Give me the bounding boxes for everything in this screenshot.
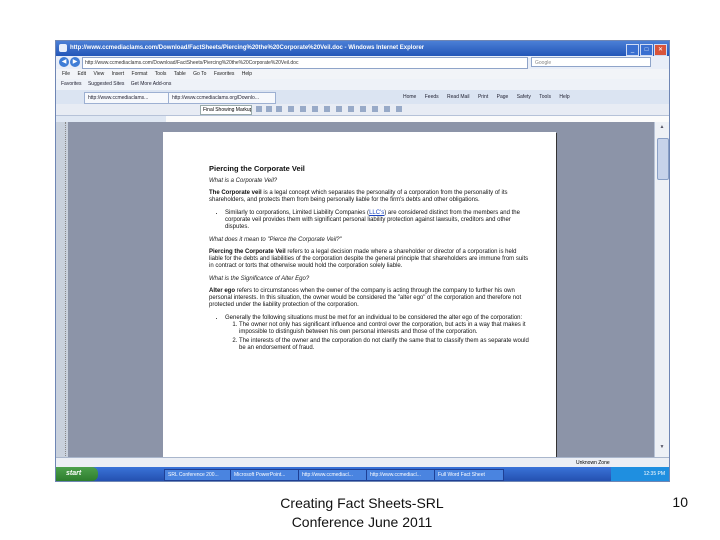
browser-tab-active[interactable]: http://www.ccmediaclams.org/Downlo...: [168, 92, 276, 104]
doc-paragraph: Piercing the Corporate Veil refers to a …: [209, 249, 529, 270]
toolbar-icon[interactable]: [300, 106, 306, 112]
doc-bullets: Generally the following situations must …: [209, 315, 529, 352]
doc-title: Piercing the Corporate Veil: [209, 164, 305, 173]
taskbar-item[interactable]: http://www.ccmediacl...: [298, 469, 368, 481]
scroll-thumb[interactable]: [657, 138, 669, 180]
doc-question: What is a Corporate Veil?: [209, 178, 278, 184]
menu-goto[interactable]: Go To: [193, 71, 206, 77]
toolbar-icon[interactable]: [384, 106, 390, 112]
document-page: Piercing the Corporate Veil What is a Co…: [163, 132, 556, 466]
menu-format[interactable]: Format: [132, 71, 148, 77]
window-title: http://www.ccmediaclams.com/Download/Fac…: [70, 45, 425, 51]
doc-bullet: Similarly to corporations, Limited Liabi…: [225, 210, 529, 231]
word-toolbar: Final Showing Markup: [56, 104, 669, 116]
toolbar-icon[interactable]: [348, 106, 354, 112]
close-button[interactable]: ✕: [654, 44, 667, 56]
doc-numbered-item: The interests of the owner and the corpo…: [239, 338, 529, 352]
forward-icon[interactable]: ▶: [70, 57, 80, 67]
taskbar-item[interactable]: SRL Conference 200...: [164, 469, 232, 481]
favorites-button[interactable]: Favorites: [61, 81, 82, 87]
page-command[interactable]: Page: [497, 94, 509, 100]
favorites-item[interactable]: Suggested Sites: [88, 81, 124, 87]
minimize-button[interactable]: _: [626, 44, 639, 56]
help-command[interactable]: Help: [559, 94, 569, 100]
read-mail-command[interactable]: Read Mail: [447, 94, 470, 100]
doc-bullet: Generally the following situations must …: [225, 315, 529, 352]
menu-insert[interactable]: Insert: [112, 71, 125, 77]
home-command[interactable]: Home: [403, 94, 416, 100]
doc-numbered-list: The owner not only has significant influ…: [225, 322, 529, 352]
toolbar-icon[interactable]: [256, 106, 262, 112]
doc-text: refers to circumstances when the owner o…: [209, 288, 522, 308]
toolbar-icon[interactable]: [312, 106, 318, 112]
doc-question: What is the Significance of Alter Ego?: [209, 276, 310, 282]
scroll-down-icon[interactable]: ▼: [657, 444, 667, 453]
taskbar-item[interactable]: http://www.ccmediacl...: [366, 469, 436, 481]
menu-view[interactable]: View: [93, 71, 104, 77]
tools-command[interactable]: Tools: [539, 94, 551, 100]
menu-tools[interactable]: Tools: [155, 71, 167, 77]
toolbar-icon[interactable]: [372, 106, 378, 112]
favorites-item[interactable]: Get More Add-ons: [131, 81, 172, 87]
toolbar-icon[interactable]: [360, 106, 366, 112]
toolbar-icon[interactable]: [336, 106, 342, 112]
markup-view-select[interactable]: Final Showing Markup: [200, 105, 252, 115]
menu-table[interactable]: Table: [174, 71, 186, 77]
system-tray-clock: 12:35 PM: [611, 467, 669, 481]
start-button[interactable]: start: [56, 467, 98, 481]
toolbar-icon[interactable]: [324, 106, 330, 112]
doc-text: Similarly to corporations, Limited Liabi…: [225, 210, 370, 216]
llc-link[interactable]: LLC's: [369, 210, 384, 216]
menu-file[interactable]: File: [62, 71, 70, 77]
toolbar-icon[interactable]: [396, 106, 402, 112]
safety-command[interactable]: Safety: [517, 94, 531, 100]
toolbar-icon[interactable]: [276, 106, 282, 112]
doc-paragraph: Alter ego refers to circumstances when t…: [209, 288, 529, 309]
back-icon[interactable]: ◀: [59, 57, 69, 67]
toolbar-icon[interactable]: [266, 106, 272, 112]
doc-term: The Corporate veil: [209, 190, 262, 196]
print-command[interactable]: Print: [478, 94, 488, 100]
browser-screenshot: http://www.ccmediaclams.com/Download/Fac…: [55, 40, 670, 482]
doc-term: Piercing the Corporate Veil: [209, 249, 286, 255]
maximize-button[interactable]: □: [640, 44, 653, 56]
feeds-command[interactable]: Feeds: [425, 94, 439, 100]
ie-icon: [59, 44, 67, 52]
menu-help[interactable]: Help: [242, 71, 252, 77]
url-field[interactable]: http://www.ccmediaclams.com/Download/Fac…: [82, 57, 528, 69]
toolbar-icon[interactable]: [288, 106, 294, 112]
doc-paragraph: The Corporate veil is a legal concept wh…: [209, 190, 529, 204]
scroll-up-icon[interactable]: ▲: [657, 124, 667, 133]
menu-edit[interactable]: Edit: [77, 71, 86, 77]
doc-question: What does it mean to "Pierce the Corpora…: [209, 237, 342, 243]
menu-bar: File Edit View Insert Format Tools Table…: [56, 69, 669, 79]
vertical-scrollbar[interactable]: ▲ ▼: [654, 122, 669, 466]
taskbar-item[interactable]: Microsoft PowerPoint...: [230, 469, 300, 481]
document-area: Piercing the Corporate Veil What is a Co…: [68, 122, 654, 466]
doc-numbered-item: The owner not only has significant influ…: [239, 322, 529, 336]
doc-term: Alter ego: [209, 288, 236, 294]
vertical-ruler: [60, 122, 66, 466]
taskbar-item[interactable]: Full Word Fact Sheet: [434, 469, 504, 481]
browser-tab[interactable]: http://www.ccmediaclams...: [84, 92, 170, 104]
address-bar: ◀ ▶ http://www.ccmediaclams.com/Download…: [56, 56, 669, 69]
slide-number: 10: [672, 494, 688, 510]
tab-strip: http://www.ccmediaclams... http://www.cc…: [56, 90, 669, 104]
slide-caption: Creating Fact Sheets-SRL Conference June…: [280, 495, 444, 530]
doc-text: Generally the following situations must …: [225, 315, 523, 321]
favorites-bar: Favorites Suggested Sites Get More Add-o…: [56, 79, 669, 90]
menu-favorites[interactable]: Favorites: [214, 71, 235, 77]
doc-bullets: Similarly to corporations, Limited Liabi…: [209, 210, 529, 231]
search-input[interactable]: Google: [531, 57, 651, 67]
window-titlebar: http://www.ccmediaclams.com/Download/Fac…: [56, 41, 669, 56]
taskbar: start SRL Conference 200... Microsoft Po…: [56, 467, 669, 481]
